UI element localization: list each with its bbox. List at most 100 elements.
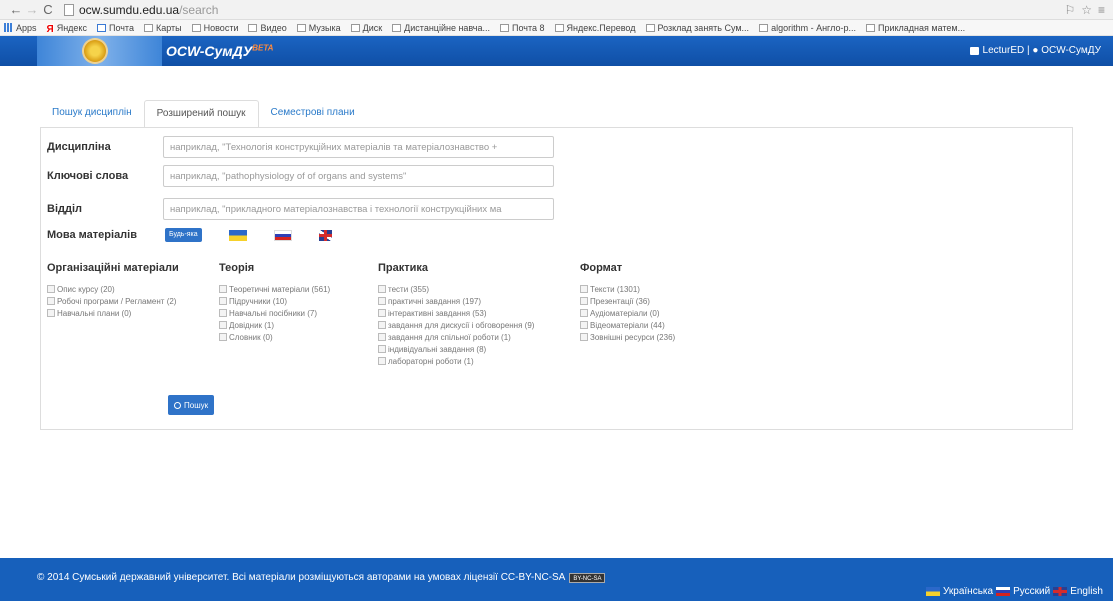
bookmark-item[interactable]: Новости bbox=[191, 23, 238, 33]
page-icon bbox=[866, 23, 875, 32]
bookmark-item[interactable]: Дистанційне навча... bbox=[392, 23, 490, 33]
filter-checkbox-item[interactable]: Довідник (1) bbox=[219, 319, 330, 331]
tab-advanced-search[interactable]: Розширений пошук bbox=[143, 100, 259, 128]
browser-toolbar: ← → C ocw.sumdu.edu.ua/search ⚐ ☆ ≡ bbox=[0, 0, 1113, 20]
filter-checkbox-item[interactable]: тести (355) bbox=[378, 283, 534, 295]
bookmark-item[interactable]: Почта 8 bbox=[500, 23, 545, 33]
checkbox[interactable] bbox=[378, 345, 386, 353]
user-icon bbox=[969, 46, 979, 55]
checkbox[interactable] bbox=[580, 285, 588, 293]
bookmark-item[interactable]: Прикладная матем... bbox=[866, 23, 965, 33]
back-icon[interactable]: ← bbox=[8, 2, 24, 17]
filter-checkbox-item[interactable]: Теоретичні матеріали (561) bbox=[219, 283, 330, 295]
checkbox[interactable] bbox=[219, 297, 227, 305]
checkbox[interactable] bbox=[219, 309, 227, 317]
filter-checkbox-item[interactable]: Навчальні посібники (7) bbox=[219, 307, 330, 319]
tab-semester-plans[interactable]: Семестрові плани bbox=[259, 100, 367, 128]
bookmark-item[interactable]: algorithm - Англо-р... bbox=[759, 23, 856, 33]
checkbox[interactable] bbox=[378, 285, 386, 293]
filter-checkbox-item[interactable]: Робочі програми / Регламент (2) bbox=[47, 295, 179, 307]
checkbox[interactable] bbox=[580, 297, 588, 305]
reload-icon[interactable]: C bbox=[40, 2, 56, 17]
keywords-input[interactable] bbox=[163, 165, 554, 187]
lang-link-en[interactable]: English bbox=[1070, 586, 1103, 597]
mail-icon bbox=[96, 23, 106, 32]
filter-checkbox-item[interactable]: Словник (0) bbox=[219, 331, 330, 343]
filter-checkbox-item[interactable]: Підручники (10) bbox=[219, 295, 330, 307]
lang-link-ru[interactable]: Русский bbox=[1013, 586, 1050, 597]
filter-column-practice: Практика тести (355) практичні завдання … bbox=[378, 262, 534, 367]
address-bar[interactable]: ocw.sumdu.edu.ua/search bbox=[64, 2, 1064, 18]
bookmark-item[interactable]: Почта bbox=[96, 23, 134, 33]
forward-icon[interactable]: → bbox=[24, 2, 40, 17]
filter-checkbox-item[interactable]: Навчальні плани (0) bbox=[47, 307, 179, 319]
filter-column-org: Організаційні матеріали Опис курсу (20) … bbox=[47, 262, 179, 319]
bookmark-item[interactable]: Розклад занять Сум... bbox=[645, 23, 749, 33]
filter-checkbox-item[interactable]: інтерактивні завдання (53) bbox=[378, 307, 534, 319]
copyright-text: © 2014 Сумський державний університет. В… bbox=[37, 572, 606, 583]
discipline-input[interactable] bbox=[163, 136, 554, 158]
filter-checkbox-item[interactable]: Опис курсу (20) bbox=[47, 283, 179, 295]
app-title[interactable]: OCW-СумДУBETA bbox=[166, 43, 273, 59]
star-icon[interactable]: ☆ bbox=[1081, 3, 1092, 17]
filter-checkbox-item[interactable]: завдання для дискусії і обговорення (9) bbox=[378, 319, 534, 331]
department-input[interactable] bbox=[163, 198, 554, 220]
bookmark-item[interactable]: Видео bbox=[248, 23, 287, 33]
filter-checkbox-item[interactable]: індивідуальні завдання (8) bbox=[378, 343, 534, 355]
filter-checkbox-item[interactable]: Тексти (1301) bbox=[580, 283, 675, 295]
checkbox[interactable] bbox=[47, 309, 55, 317]
checkbox[interactable] bbox=[219, 321, 227, 329]
filter-column-title: Формат bbox=[580, 262, 623, 274]
checkbox[interactable] bbox=[378, 297, 386, 305]
checkbox[interactable] bbox=[378, 321, 386, 329]
footer: © 2014 Сумський державний університет. В… bbox=[0, 558, 1113, 601]
cc-license-badge[interactable]: BY-NC-SA bbox=[569, 572, 606, 583]
bookmark-item[interactable]: Музыка bbox=[296, 23, 341, 33]
filter-checkbox-item[interactable]: завдання для спільної роботи (1) bbox=[378, 331, 534, 343]
page-icon bbox=[191, 23, 201, 32]
any-language-button[interactable]: Будь-яка bbox=[165, 228, 202, 242]
lang-link-ua[interactable]: Українська bbox=[943, 586, 993, 597]
search-button[interactable]: Пошук bbox=[168, 395, 215, 415]
page-icon bbox=[759, 23, 769, 32]
checkbox[interactable] bbox=[47, 285, 55, 293]
filter-checkbox-item[interactable]: лабораторні роботи (1) bbox=[378, 355, 534, 367]
bookmark-item[interactable]: Яндекс.Перевод bbox=[554, 23, 636, 33]
translate-icon[interactable]: ⚐ bbox=[1064, 3, 1075, 17]
checkbox[interactable] bbox=[378, 333, 386, 341]
russian-flag-icon[interactable] bbox=[273, 229, 292, 241]
checkbox[interactable] bbox=[378, 357, 386, 365]
bookmark-item[interactable]: Карты bbox=[143, 23, 182, 33]
filter-checkbox-item[interactable]: практичні завдання (197) bbox=[378, 295, 534, 307]
page-icon bbox=[64, 3, 74, 16]
checkbox[interactable] bbox=[580, 333, 588, 341]
filter-checkbox-item[interactable]: Презентації (36) bbox=[580, 295, 675, 307]
advanced-search-panel: Дисципліна Ключові слова Відділ Мова мат… bbox=[40, 127, 1073, 430]
checkbox[interactable] bbox=[580, 309, 588, 317]
english-flag-icon[interactable] bbox=[318, 229, 332, 241]
checkbox[interactable] bbox=[219, 285, 227, 293]
filter-column-title: Організаційні матеріали bbox=[47, 262, 179, 274]
department-row: Відділ bbox=[47, 198, 554, 220]
logo[interactable] bbox=[37, 36, 162, 66]
ukrainian-flag-icon[interactable] bbox=[228, 229, 247, 241]
bookmark-item[interactable]: Диск bbox=[350, 23, 382, 33]
header-user-link[interactable]: LecturED | ● OCW-СумДУ bbox=[969, 45, 1101, 56]
discipline-label: Дисципліна bbox=[47, 141, 111, 153]
filter-column-format: Формат Тексти (1301) Презентації (36) Ау… bbox=[580, 262, 675, 343]
checkbox[interactable] bbox=[378, 309, 386, 317]
checkbox[interactable] bbox=[580, 321, 588, 329]
app-header: OCW-СумДУBETA LecturED | ● OCW-СумДУ bbox=[0, 36, 1113, 66]
tab-discipline-search[interactable]: Пошук дисциплін bbox=[40, 100, 144, 128]
page-icon bbox=[392, 23, 402, 32]
checkbox[interactable] bbox=[47, 297, 55, 305]
filter-checkbox-item[interactable]: Відеоматеріали (44) bbox=[580, 319, 675, 331]
apps-icon bbox=[4, 23, 13, 32]
checkbox[interactable] bbox=[219, 333, 227, 341]
menu-icon[interactable]: ≡ bbox=[1098, 3, 1105, 17]
filter-checkbox-item[interactable]: Аудіоматеріали (0) bbox=[580, 307, 675, 319]
bookmark-item[interactable]: Я Яндекс bbox=[46, 23, 87, 35]
filter-checkbox-item[interactable]: Зовнішні ресурси (236) bbox=[580, 331, 675, 343]
bookmark-item[interactable]: Apps bbox=[4, 23, 37, 33]
russian-flag-icon bbox=[996, 587, 1011, 596]
